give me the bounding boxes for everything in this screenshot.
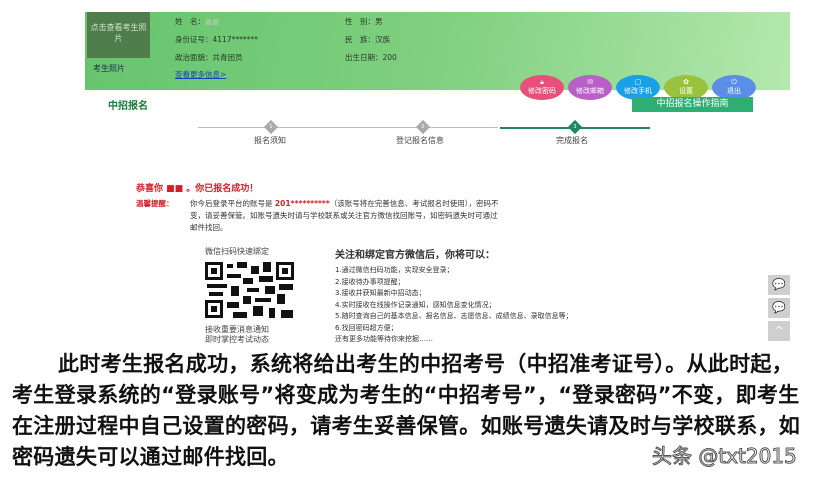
name-value: ■■ xyxy=(205,17,220,26)
gear-icon: ✿ xyxy=(683,78,689,86)
change-password-button[interactable]: 🔒︎ 修改密码 xyxy=(520,75,564,100)
lock-icon: 🔒︎ xyxy=(540,78,544,86)
button-label: 修改手机 xyxy=(624,87,652,95)
chat-icon[interactable]: 💬 xyxy=(768,275,790,295)
id-label: 身份证号： xyxy=(175,35,213,44)
change-email-button[interactable]: ✉ 修改邮箱 xyxy=(568,75,612,100)
birth-label: 出生日期： xyxy=(345,53,383,62)
button-label: 修改密码 xyxy=(528,87,556,95)
list-item: 还有更多功能等待你来挖掘…… xyxy=(335,335,433,343)
name-label: 姓 名： xyxy=(175,17,205,26)
step-3-marker: 3 xyxy=(567,119,583,135)
politics-label: 政治面貌： xyxy=(175,53,213,62)
step-line xyxy=(198,127,498,128)
step-1-marker: 1 xyxy=(263,119,279,135)
list-item: 6.找回密码超方便； xyxy=(335,323,398,332)
phone-icon: ▢ xyxy=(634,78,642,86)
back-to-top-icon[interactable]: ^ xyxy=(768,321,790,341)
step-2-marker: 2 xyxy=(415,119,431,135)
ethnicity-value: 汉族 xyxy=(375,35,390,44)
list-item: 5.随时查询自己的基本信息、报名信息、志愿信息、成绩信息、录取信息等； xyxy=(335,312,573,320)
gender-label: 性 别： xyxy=(345,17,375,26)
wechat-icon[interactable]: 💬 xyxy=(768,298,790,318)
politics-value: 共青团员 xyxy=(212,53,243,62)
step-1-label: 报名须知 xyxy=(254,136,286,145)
view-photo-button[interactable]: 点击查看考生照片 xyxy=(87,12,150,58)
id-field: 身份证号：4117******* xyxy=(175,34,258,45)
ethnicity-field: 民 族：汉族 xyxy=(345,34,390,45)
birth-value: 200 xyxy=(382,53,397,62)
list-item: 4.实时接收在线操作记录通知，感知信息变化情况； xyxy=(335,300,496,309)
more-info-link[interactable]: 查看更多信息> xyxy=(175,69,226,80)
list-item: 1.通过微信扫码功能，实现安全登录； xyxy=(335,266,454,274)
wechat-heading: 关注和绑定官方微信后，你将可以： xyxy=(335,250,495,261)
ethnicity-label: 民 族： xyxy=(345,35,375,44)
step-2-label: 登记报名信息 xyxy=(396,136,444,145)
tip-text: 你今后登录平台的账号是 201**********（该账号将在完善信息、考试报名… xyxy=(190,199,499,232)
id-value: 4117******* xyxy=(212,35,258,44)
gender-field: 性 别：男 xyxy=(345,16,383,27)
section-title: 中招报名 xyxy=(108,101,148,112)
gender-value: 男 xyxy=(375,17,383,26)
photo-label: 考生照片 xyxy=(93,64,125,73)
step-3-label: 完成报名 xyxy=(556,136,588,145)
wechat-benefits-list: 1.通过微信扫码功能，实现安全登录； 2.接收待办事项提醒； 3.接收并获知最新… xyxy=(335,265,573,346)
politics-field: 政治面貌：共青团员 xyxy=(175,52,243,63)
watermark: 头条 @txt2015 xyxy=(652,444,798,469)
account-number: 201********** xyxy=(274,199,330,208)
list-item: 3.接收并获知最新中招动态； xyxy=(335,289,426,297)
list-item: 2.接收待办事项提醒； xyxy=(335,277,405,286)
guide-button[interactable]: 中招报名操作指南 xyxy=(632,97,753,112)
name-field: 姓 名：■■ xyxy=(175,16,219,27)
button-label: 退出 xyxy=(727,87,741,95)
qr-title: 微信扫码快速绑定 xyxy=(205,247,269,256)
power-icon: ⏻ xyxy=(731,78,737,86)
birth-field: 出生日期：200 xyxy=(345,52,397,63)
qr-caption: 接收重要消息通知 即时掌控考试动态 xyxy=(205,325,269,344)
success-title: 恭喜你 ■■ 。你已报名成功！ xyxy=(136,184,259,194)
mail-icon: ✉ xyxy=(587,78,593,86)
button-label: 修改邮箱 xyxy=(576,87,604,95)
button-label: 设置 xyxy=(679,87,693,95)
qr-code xyxy=(203,260,296,320)
